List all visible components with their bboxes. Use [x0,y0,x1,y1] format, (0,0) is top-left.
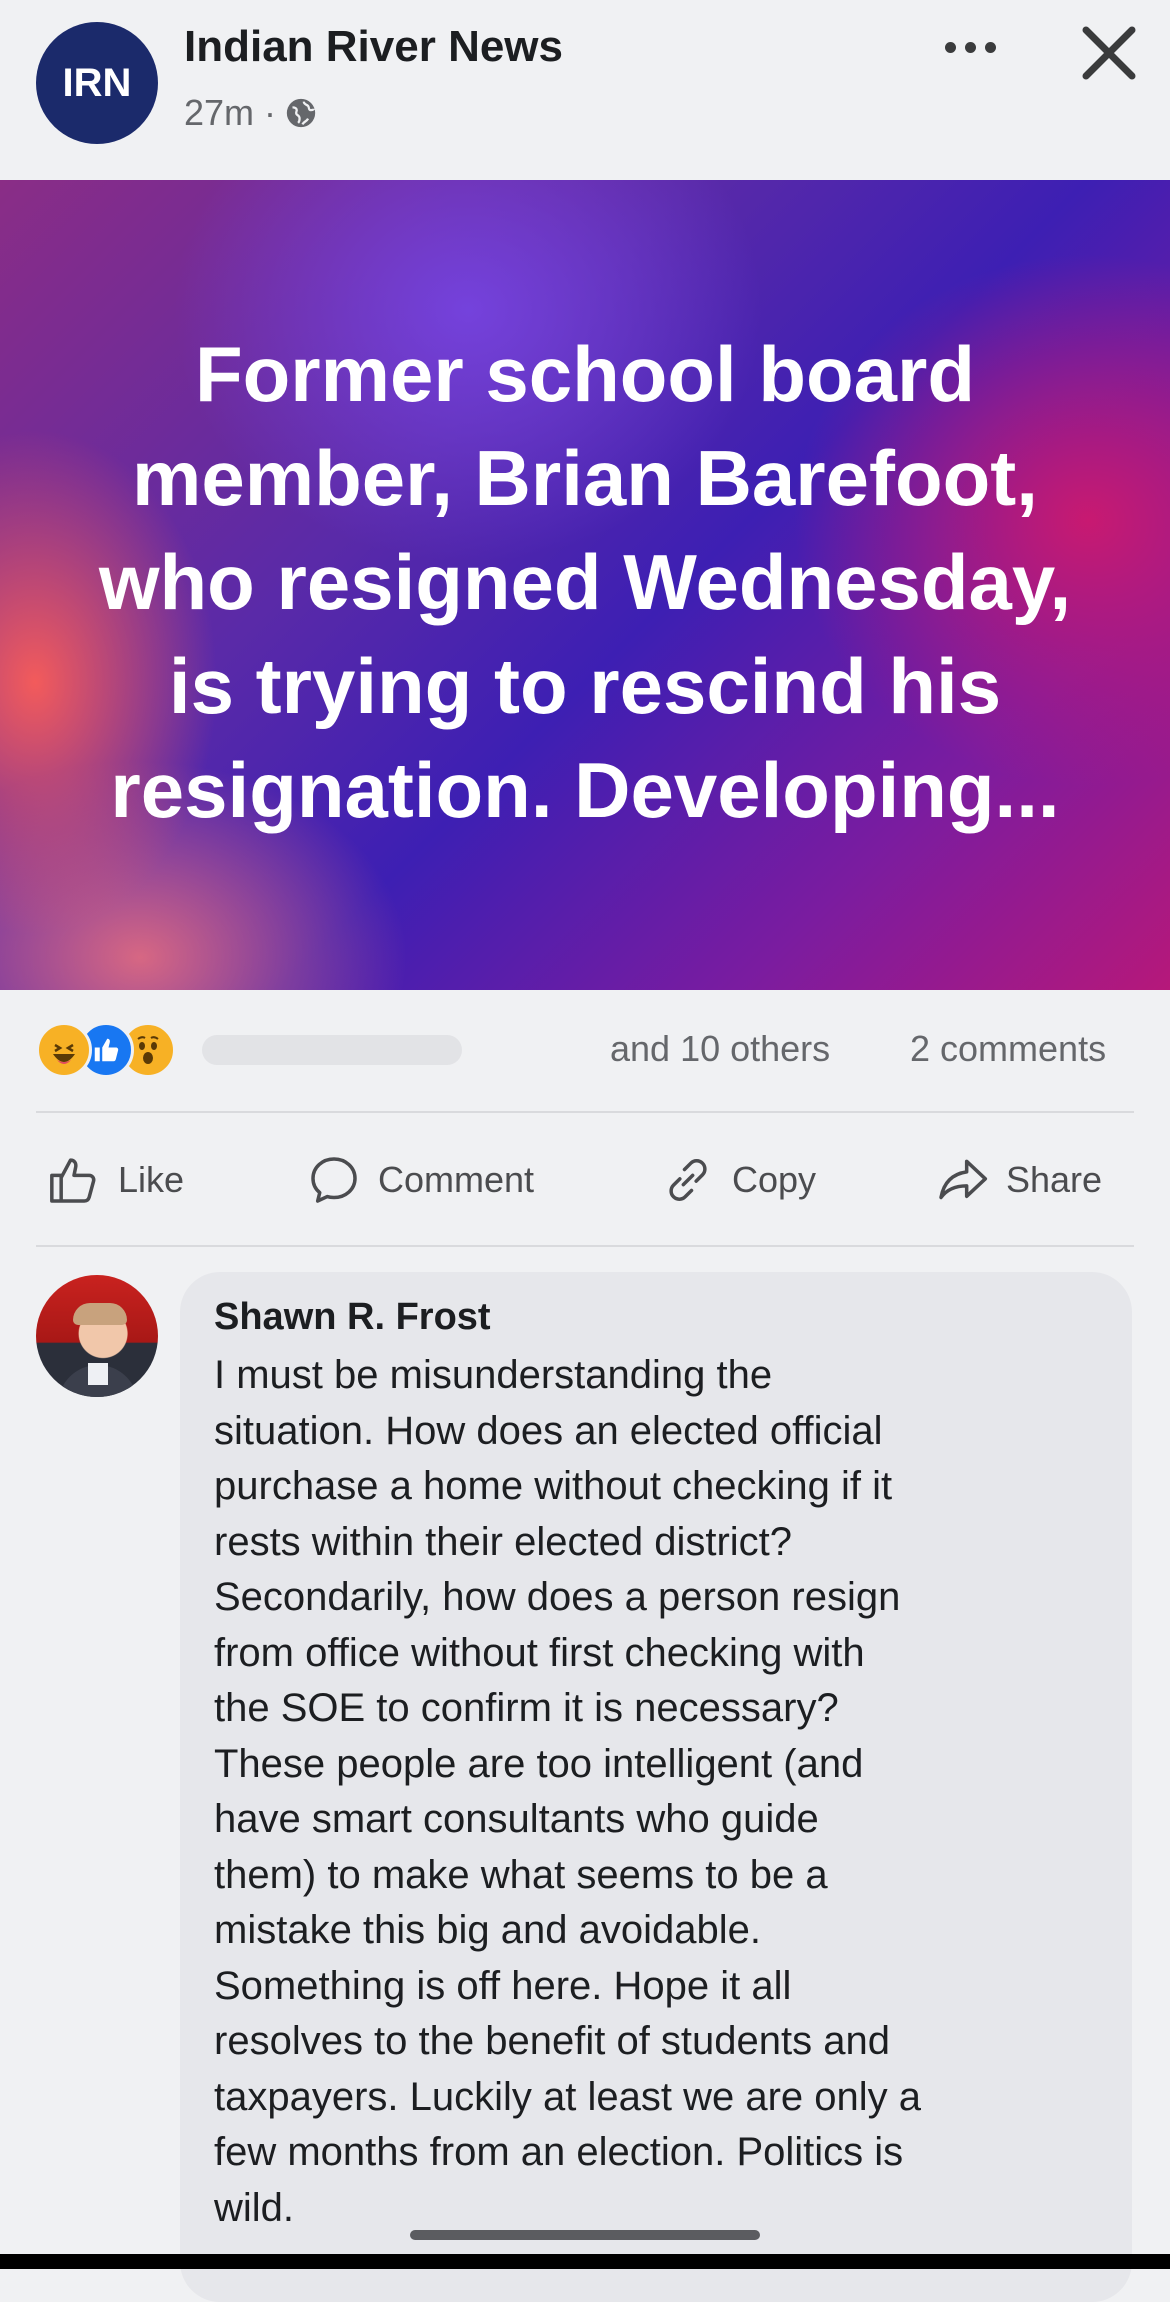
comment-icon [311,1157,357,1203]
thumbs-up-icon [50,1158,96,1203]
post-header: IRN Indian River News 27m · [0,0,1170,180]
page-avatar-text: IRN [62,60,132,105]
post-time[interactable]: 27m · [184,92,276,134]
globe-icon [286,98,316,128]
comment-count[interactable]: 2 comments [910,1028,1106,1070]
comment-author[interactable]: Shawn R. Frost [214,1296,491,1339]
dot-icon [964,41,976,53]
home-indicator[interactable] [410,2230,760,2240]
page-avatar[interactable]: IRN [36,22,158,144]
dot-icon [944,41,956,53]
copy-button[interactable]: Copy [660,1140,816,1220]
post-text-image[interactable]: Former school board member, Brian Barefo… [0,180,1170,990]
share-icon [939,1159,988,1200]
comment-bubble[interactable]: Shawn R. Frost I must be misunderstandin… [180,1272,1132,2302]
comment-label: Comment [378,1159,535,1200]
reaction-icons[interactable] [36,1020,462,1080]
link-icon [669,1159,707,1201]
dot-icon [984,41,996,53]
commenter-avatar[interactable] [36,1275,158,1397]
haha-reaction-icon [36,1022,92,1078]
close-icon[interactable] [1074,18,1144,88]
divider [36,1111,1134,1113]
bottom-edge [0,2254,1170,2269]
divider [36,1245,1134,1247]
like-label: Like [118,1159,185,1200]
comment-text: I must be misunderstanding the situation… [214,1353,922,2230]
post-image-text: Former school board member, Brian Barefo… [98,330,1072,834]
comment-button[interactable]: Comment [306,1140,534,1220]
copy-label: Copy [732,1159,817,1200]
avatar-collar [88,1363,108,1385]
share-label: Share [1006,1159,1103,1200]
post-meta: 27m · [184,92,318,134]
reaction-names-blurred [202,1035,462,1065]
like-button[interactable]: Like [46,1140,184,1220]
reaction-summary[interactable]: and 10 others [610,1028,830,1070]
share-button[interactable]: Share [934,1140,1102,1220]
page-name[interactable]: Indian River News [184,22,563,72]
more-options-button[interactable] [930,22,1010,72]
avatar-hair [73,1303,127,1325]
